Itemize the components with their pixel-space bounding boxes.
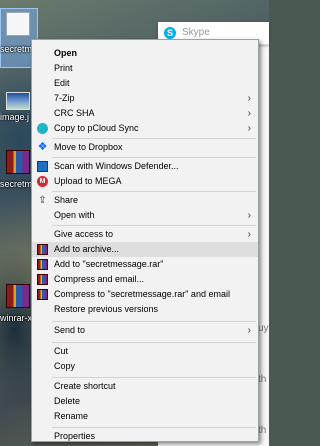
- mega-icon: M: [37, 176, 48, 187]
- menu-item-label: CRC SHA: [54, 108, 95, 118]
- menu-item-compress-to-rar-and-email[interactable]: Compress to "secretmessage.rar" and emai…: [32, 287, 258, 302]
- winrar-icon: [37, 274, 48, 285]
- menu-item-add-to-secretmessage-rar[interactable]: Add to "secretmessage.rar": [32, 257, 258, 272]
- skype-icon: S: [164, 27, 176, 39]
- menu-item-label: Give access to: [54, 229, 114, 239]
- chevron-right-icon: ›: [247, 123, 251, 134]
- menu-item-upload-to-mega[interactable]: M Upload to MEGA: [32, 174, 258, 189]
- dropbox-icon: ❖: [37, 141, 48, 153]
- menu-item-move-to-dropbox[interactable]: ❖ Move to Dropbox: [32, 140, 258, 155]
- winrar-icon: [37, 244, 48, 255]
- menu-separator: [52, 157, 256, 158]
- menu-item-create-shortcut[interactable]: Create shortcut: [32, 379, 258, 394]
- menu-separator: [52, 342, 256, 343]
- menu-item-give-access-to[interactable]: Give access to ›: [32, 227, 258, 242]
- menu-item-copy-to-pcloud-sync[interactable]: Copy to pCloud Sync ›: [32, 121, 258, 136]
- menu-separator: [52, 138, 256, 139]
- menu-item-label: Restore previous versions: [54, 304, 159, 314]
- rar-archive-icon: [6, 150, 30, 174]
- background-text-fragment: uy: [258, 323, 269, 334]
- menu-item-label: Compress and email...: [54, 274, 145, 284]
- winrar-icon: [6, 284, 30, 308]
- menu-item-label: Edit: [54, 78, 70, 88]
- menu-item-label: Properties: [54, 431, 96, 441]
- windows-defender-icon: [37, 161, 48, 172]
- menu-item-edit[interactable]: Edit: [32, 76, 258, 91]
- background-text-fragment: th: [258, 425, 267, 436]
- image-file-icon: [6, 92, 30, 110]
- chevron-right-icon: ›: [247, 108, 251, 119]
- menu-separator: [52, 225, 256, 226]
- menu-item-label: Open with: [54, 210, 95, 220]
- menu-item-label: Copy to pCloud Sync: [54, 123, 139, 133]
- menu-separator: [52, 377, 256, 378]
- menu-item-compress-and-email[interactable]: Compress and email...: [32, 272, 258, 287]
- winrar-icon: [37, 289, 48, 300]
- menu-item-copy[interactable]: Copy: [32, 359, 258, 374]
- menu-item-label: Add to "secretmessage.rar": [54, 259, 164, 269]
- menu-item-print[interactable]: Print: [32, 61, 258, 76]
- menu-item-label: Send to: [54, 325, 86, 335]
- menu-item-cut[interactable]: Cut: [32, 344, 258, 359]
- menu-item-label: Move to Dropbox: [54, 142, 123, 152]
- menu-item-open-with[interactable]: Open with ›: [32, 208, 258, 223]
- menu-separator: [52, 427, 256, 428]
- menu-item-add-to-archive[interactable]: Add to archive...: [32, 242, 258, 257]
- menu-item-restore-previous-versions[interactable]: Restore previous versions: [32, 302, 258, 317]
- menu-separator: [52, 191, 256, 192]
- menu-item-7zip[interactable]: 7-Zip ›: [32, 91, 258, 106]
- menu-item-delete[interactable]: Delete: [32, 394, 258, 409]
- menu-item-share[interactable]: ⇪ Share: [32, 193, 258, 208]
- menu-item-label: Add to archive...: [54, 244, 120, 254]
- pcloud-icon: [37, 123, 48, 134]
- share-icon: ⇪: [38, 195, 47, 206]
- menu-item-label: Compress to "secretmessage.rar" and emai…: [54, 289, 230, 299]
- menu-item-rename[interactable]: Rename: [32, 409, 258, 424]
- menu-item-scan-windows-defender[interactable]: Scan with Windows Defender...: [32, 159, 258, 174]
- winrar-icon: [37, 259, 48, 270]
- menu-item-label: Rename: [54, 411, 89, 421]
- menu-item-label: 7-Zip: [54, 93, 75, 103]
- menu-item-label: Print: [54, 63, 73, 73]
- chevron-right-icon: ›: [247, 229, 251, 240]
- menu-item-open[interactable]: Open: [32, 46, 258, 61]
- menu-item-label: Delete: [54, 396, 81, 406]
- skype-window-title: Skype: [182, 27, 210, 38]
- context-menu: Open Print Edit 7-Zip › CRC SHA › Copy t…: [31, 39, 259, 442]
- menu-item-label: Create shortcut: [54, 381, 116, 391]
- chevron-right-icon: ›: [247, 325, 251, 336]
- menu-item-label: Upload to MEGA: [54, 176, 122, 186]
- menu-item-label: Cut: [54, 346, 69, 356]
- menu-separator: [52, 321, 256, 322]
- menu-item-label: Scan with Windows Defender...: [54, 161, 179, 171]
- chevron-right-icon: ›: [247, 210, 251, 221]
- menu-item-properties[interactable]: Properties: [32, 429, 258, 444]
- menu-item-label: Open: [54, 48, 78, 58]
- menu-item-crc-sha[interactable]: CRC SHA ›: [32, 106, 258, 121]
- chevron-right-icon: ›: [247, 93, 251, 104]
- text-file-icon: [6, 12, 30, 36]
- menu-item-label: Copy: [54, 361, 76, 371]
- menu-item-send-to[interactable]: Send to ›: [32, 323, 258, 338]
- menu-item-label: Share: [54, 195, 79, 205]
- background-text-fragment: th: [258, 374, 267, 385]
